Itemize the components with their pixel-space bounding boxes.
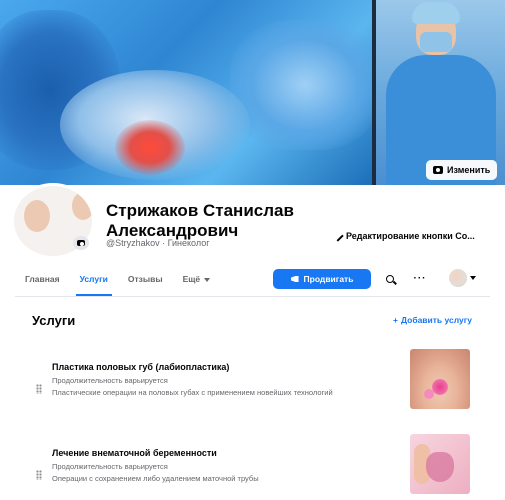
service-duration: Продолжительность варьируется (52, 462, 168, 471)
tab-services[interactable]: Услуги (70, 266, 118, 296)
tab-more-label: Ещё (182, 274, 201, 284)
change-cover-label: Изменить (447, 165, 491, 175)
tab-services-label: Услуги (79, 274, 108, 284)
camera-icon (77, 240, 85, 246)
section-title: Услуги (32, 313, 76, 328)
tab-home-label: Главная (25, 274, 60, 284)
tab-more[interactable]: Ещё (173, 266, 221, 296)
more-button[interactable]: ··· (407, 268, 433, 290)
cover-image-doctor (376, 0, 505, 185)
promote-label: Продвигать (303, 274, 354, 284)
add-service-label: Добавить услугу (400, 315, 473, 325)
tab-reviews-label: Отзывы (127, 274, 163, 284)
promote-button[interactable]: Продвигать (273, 269, 371, 289)
service-duration: Продолжительность варьируется (52, 376, 168, 385)
cover-image-surgery (0, 0, 372, 185)
service-description: Пластические операции на половых губах с… (52, 388, 333, 397)
service-image (410, 434, 470, 494)
chevron-down-icon (469, 276, 476, 280)
camera-icon (433, 166, 443, 174)
tabs-divider (15, 296, 490, 297)
change-cover-button[interactable]: Изменить (426, 160, 498, 180)
cover-photo (0, 0, 505, 185)
pencil-icon (332, 230, 344, 242)
tab-reviews[interactable]: Отзывы (118, 266, 173, 296)
edit-action-label: Редактирование кнопки Со... (346, 231, 475, 241)
account-switcher[interactable] (441, 266, 483, 290)
service-description: Операции с сохранением либо удалением ма… (52, 474, 259, 483)
drag-handle-icon[interactable] (36, 384, 42, 394)
profile-tabs: Главная Услуги Отзывы Ещё (15, 266, 220, 296)
avatar (448, 269, 467, 287)
drag-handle-icon[interactable] (36, 470, 42, 480)
service-title: Пластика половых губ (лабиопластика) (52, 362, 230, 372)
service-title: Лечение внематочной беременности (52, 448, 217, 458)
edit-action-button[interactable]: Редактирование кнопки Со... (332, 230, 475, 242)
profile-handle: @Stryzhakov · Гинеколог (106, 238, 210, 248)
chevron-down-icon (204, 277, 211, 282)
list-item[interactable]: Лечение внематочной беременности Продолж… (30, 448, 475, 500)
avatar-camera-button[interactable] (73, 236, 89, 250)
more-icon: ··· (413, 273, 427, 284)
plus-icon: + (393, 315, 398, 325)
megaphone-icon (290, 276, 299, 282)
page-title: Стрижаков Станислав Александрович (106, 201, 294, 240)
search-button[interactable] (377, 268, 403, 290)
add-service-link[interactable]: + Добавить услугу (393, 315, 472, 325)
list-item[interactable]: Пластика половых губ (лабиопластика) Про… (30, 362, 475, 428)
tab-home[interactable]: Главная (15, 266, 70, 296)
service-image (410, 349, 470, 409)
search-icon (386, 275, 394, 283)
